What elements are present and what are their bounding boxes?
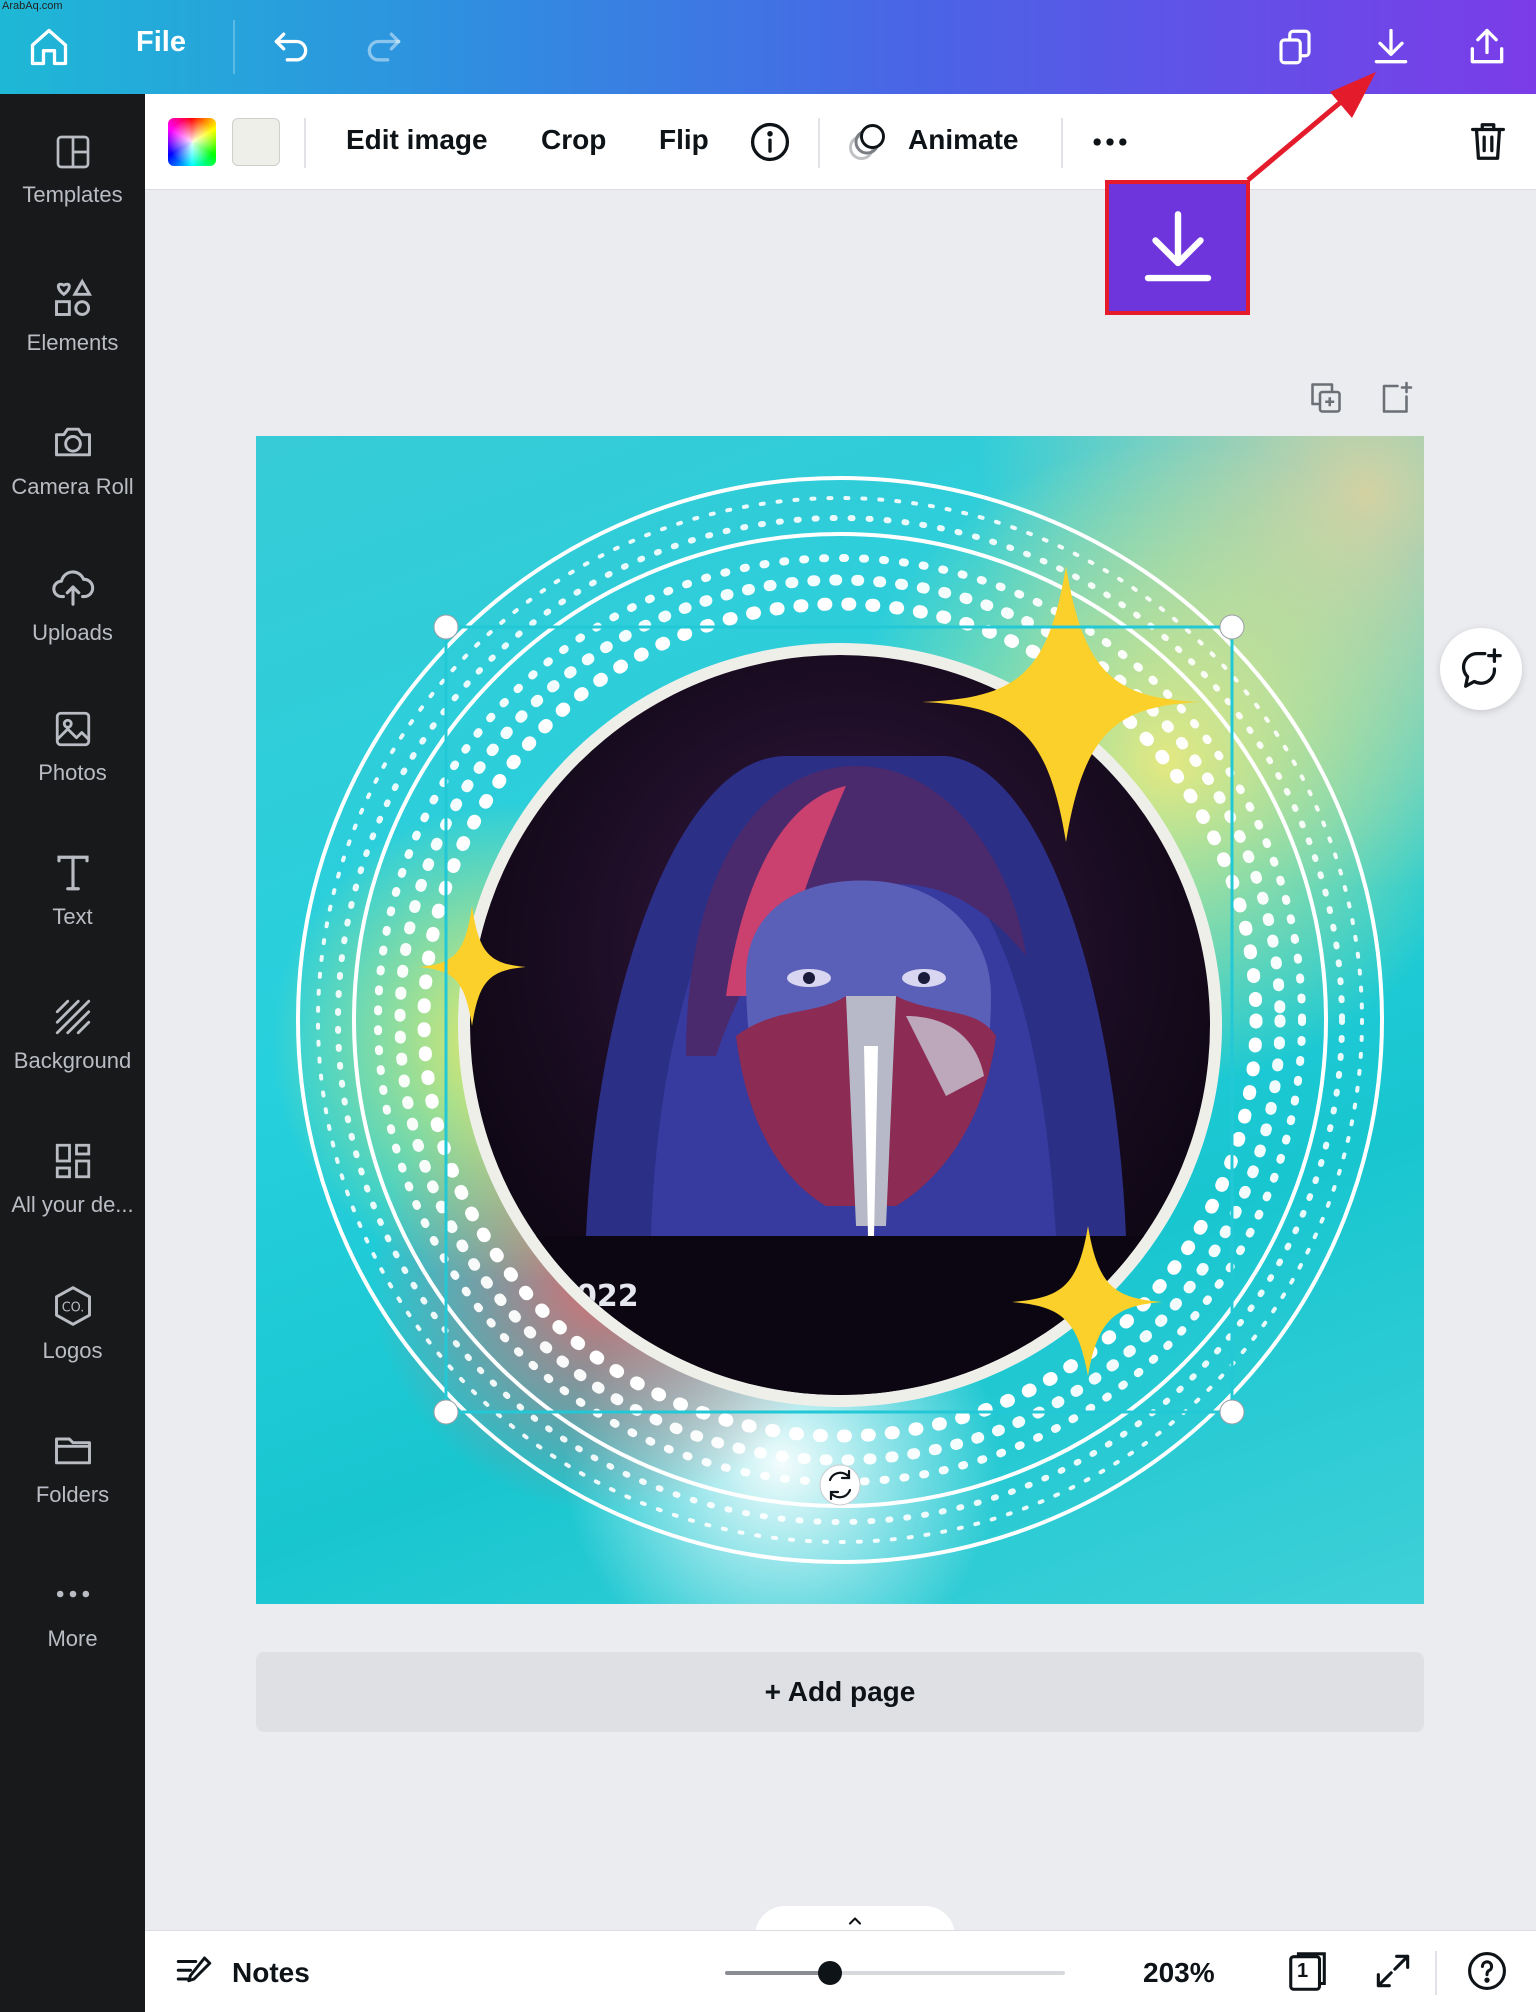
photo-icon: [55, 711, 90, 747]
notes-icon[interactable]: [173, 1951, 215, 1998]
templates-icon: [56, 135, 89, 169]
more-icon: [56, 1590, 89, 1598]
page-count-button[interactable]: 1: [1285, 1949, 1331, 1995]
sidebar-item-label: Logos: [42, 1338, 103, 1363]
file-menu[interactable]: File: [136, 26, 186, 59]
svg-text:CO.: CO.: [61, 1301, 84, 1316]
add-page-button[interactable]: + Add page: [256, 1652, 1424, 1732]
elements-icon: [54, 278, 92, 316]
copy-icon[interactable]: [1268, 20, 1322, 74]
camera-icon: [54, 427, 91, 457]
context-toolbar: Edit image Crop Flip Animate: [145, 94, 1536, 190]
sidebar-item-label: Text: [52, 904, 93, 929]
canvas-artwork: 022: [296, 476, 1384, 1564]
zoom-slider-fill: [725, 1971, 830, 1975]
page-count: 1: [1297, 1960, 1309, 1982]
download-icon: [1144, 210, 1211, 281]
upload-cloud-icon: [51, 570, 94, 606]
home-icon[interactable]: [22, 20, 76, 74]
download-callout: [1105, 180, 1250, 315]
zoom-level[interactable]: 203%: [1143, 1957, 1215, 1989]
sidebar-item-all-designs[interactable]: All your de...: [0, 1124, 145, 1254]
add-page-icon[interactable]: [1376, 378, 1416, 418]
divider: [1435, 1951, 1437, 1995]
sidebar-item-uploads[interactable]: Uploads: [0, 548, 145, 678]
color-swatch-current[interactable]: [232, 118, 280, 166]
divider: [304, 118, 306, 168]
divider: [233, 20, 235, 74]
sidebar-item-text[interactable]: Text: [0, 836, 145, 966]
zoom-slider[interactable]: [725, 1961, 1065, 1985]
divider: [818, 118, 820, 168]
add-comment-icon: [1461, 648, 1502, 688]
sidebar-item-label: Background: [13, 1048, 132, 1073]
redo-icon[interactable]: [357, 20, 411, 74]
sidebar-item-label: All your de...: [11, 1192, 134, 1217]
notes-button[interactable]: Notes: [232, 1957, 310, 1989]
sidebar-item-camera-roll[interactable]: Camera Roll: [0, 404, 145, 534]
sidebar-item-label: Elements: [26, 330, 119, 355]
background-icon: [55, 999, 90, 1035]
color-picker-swatch[interactable]: [168, 118, 216, 166]
grid-icon: [55, 1143, 90, 1179]
edit-image-button[interactable]: Edit image: [346, 124, 488, 156]
undo-icon[interactable]: [264, 20, 318, 74]
folder-icon: [54, 1437, 91, 1465]
duplicate-page-icon[interactable]: [1306, 378, 1346, 418]
design-canvas[interactable]: 022: [256, 436, 1424, 1604]
sidebar-item-logos[interactable]: CO. Logos: [0, 1268, 145, 1398]
animate-button[interactable]: Animate: [908, 124, 1018, 156]
sidebar-item-label: Folders: [35, 1482, 110, 1507]
sidebar-item-more[interactable]: More: [0, 1556, 145, 1686]
trash-icon[interactable]: [1465, 118, 1511, 169]
resize-handle[interactable]: [1219, 1399, 1245, 1425]
watermark: ArabAq.com: [2, 0, 63, 12]
resize-handle[interactable]: [1219, 614, 1245, 640]
add-comment-button[interactable]: [1440, 628, 1522, 710]
chevron-up-icon: [848, 1917, 862, 1925]
sidebar-item-label: Photos: [38, 760, 107, 785]
flip-button[interactable]: Flip: [659, 124, 709, 156]
logo-icon: CO.: [54, 1286, 91, 1326]
sidebar-item-elements[interactable]: Elements: [0, 260, 145, 390]
sidebar-item-folders[interactable]: Folders: [0, 1412, 145, 1542]
sidebar-item-background[interactable]: Background: [0, 980, 145, 1110]
sidebar-item-photos[interactable]: Photos: [0, 692, 145, 822]
resize-handle[interactable]: [433, 614, 459, 640]
sidebar-item-label: Templates: [22, 182, 123, 207]
download-icon[interactable]: [1364, 20, 1418, 74]
animate-icon[interactable]: [845, 120, 889, 169]
zoom-slider-knob[interactable]: [818, 1961, 842, 1985]
text-icon: [56, 855, 89, 891]
top-bar: File: [0, 0, 1536, 94]
resize-handle[interactable]: [433, 1399, 459, 1425]
sidebar-item-label: More: [47, 1626, 98, 1651]
sidebar-item-label: Uploads: [32, 620, 113, 645]
sidebar-item-label: Camera Roll: [11, 474, 134, 499]
divider: [1061, 118, 1063, 168]
more-options-icon[interactable]: [1088, 120, 1132, 169]
fullscreen-icon[interactable]: [1371, 1949, 1415, 1998]
sidebar: Templates Elements Camera Roll Uploads P…: [0, 94, 145, 2012]
bottom-bar: Notes 203% 1: [145, 1930, 1536, 2012]
rotate-icon[interactable]: [819, 1464, 861, 1506]
sidebar-item-templates[interactable]: Templates: [0, 116, 145, 246]
crop-button[interactable]: Crop: [541, 124, 606, 156]
info-icon[interactable]: [748, 120, 792, 169]
share-icon[interactable]: [1460, 20, 1514, 74]
help-icon[interactable]: [1465, 1949, 1509, 1998]
